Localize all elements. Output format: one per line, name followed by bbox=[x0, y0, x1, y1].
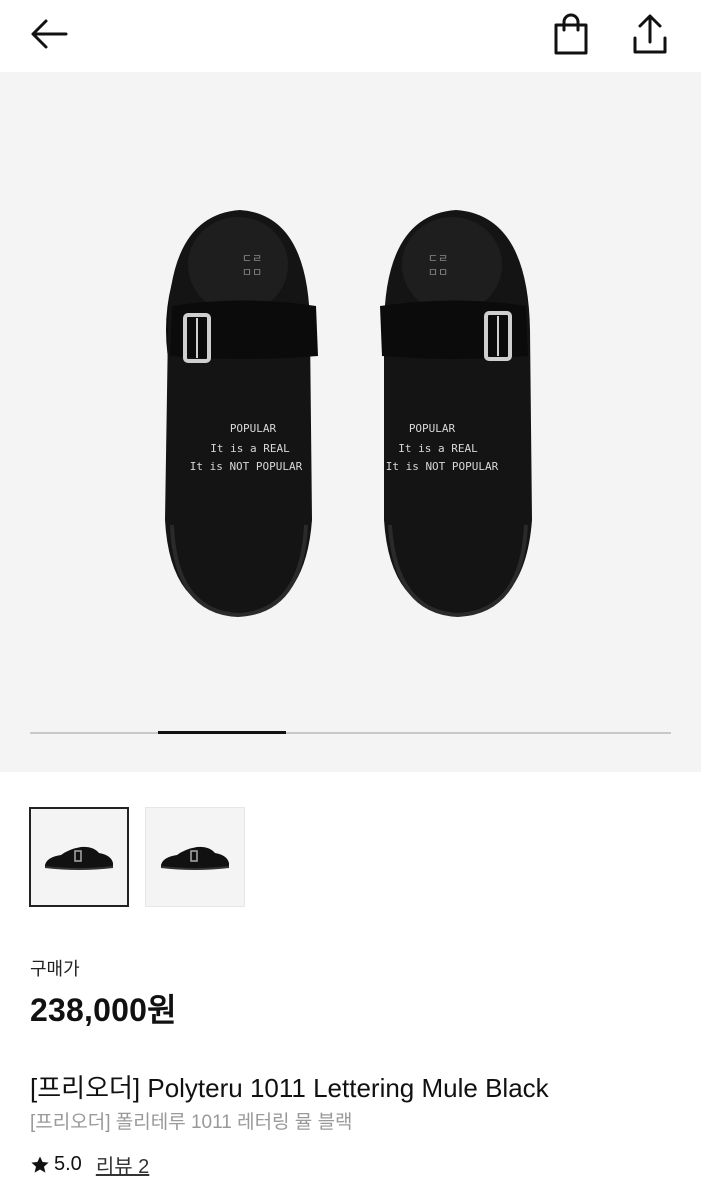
right-mule: ㄷㄹ ㅁㅁ POPULAR It is a REAL It is NOT POP… bbox=[380, 210, 532, 618]
top-app-bar bbox=[0, 0, 701, 72]
arrow-left-icon bbox=[31, 19, 68, 49]
insole-logo-right: ㄷㄹ ㅁㅁ bbox=[428, 252, 448, 279]
thumbnail-1[interactable] bbox=[29, 807, 129, 907]
product-subtitle: [프리오더] 폴리테루 1011 레터링 뮬 블랙 bbox=[30, 1112, 353, 1133]
right-lettering-line-3: It is NOT POPULAR bbox=[386, 460, 499, 473]
thumbnail-strip bbox=[29, 807, 245, 907]
insole-logo-right-line-1: ㄷㄹ bbox=[428, 252, 448, 265]
rating-score: 5.0 bbox=[54, 1153, 82, 1175]
left-lettering-line-3: It is NOT POPULAR bbox=[190, 460, 303, 473]
carousel-progress-active bbox=[158, 731, 286, 734]
right-lettering-line-1: POPULAR bbox=[409, 422, 456, 435]
insole-logo-line-2: ㅁㅁ bbox=[242, 266, 262, 279]
price-label: 구매가 bbox=[30, 959, 80, 979]
product-image: ㄷㄹ ㅁㅁ POPULAR It is a REAL It is NOT POP… bbox=[165, 210, 532, 618]
right-lettering-line-2: It is a REAL bbox=[398, 442, 478, 455]
carousel-progress-track bbox=[30, 731, 671, 734]
product-title: [프리오더] Polyteru 1011 Lettering Mule Blac… bbox=[30, 1073, 549, 1103]
star-icon bbox=[31, 1156, 49, 1173]
rating-row: 5.0 리뷰 2 bbox=[30, 1150, 149, 1179]
reviews-link[interactable]: 리뷰 2 bbox=[96, 1150, 149, 1179]
share-icon bbox=[633, 14, 667, 54]
insole-logo-line-1: ㄷㄹ bbox=[242, 252, 262, 265]
insole-logo-right-line-2: ㅁㅁ bbox=[428, 266, 448, 279]
thumbnail-2-image bbox=[160, 846, 230, 870]
back-button[interactable] bbox=[24, 10, 72, 58]
product-image-carousel[interactable]: ㄷㄹ ㅁㅁ POPULAR It is a REAL It is NOT POP… bbox=[0, 72, 701, 772]
price-value: 238,000원 bbox=[30, 992, 177, 1028]
insole-logo: ㄷㄹ ㅁㅁ bbox=[242, 252, 262, 279]
left-lettering-line-1: POPULAR bbox=[230, 422, 277, 435]
shopping-bag-icon bbox=[554, 13, 588, 55]
share-button[interactable] bbox=[626, 10, 674, 58]
left-lettering-line-2: It is a REAL bbox=[210, 442, 290, 455]
thumbnail-2[interactable] bbox=[145, 807, 245, 907]
left-mule: ㄷㄹ ㅁㅁ POPULAR It is a REAL It is NOT POP… bbox=[165, 210, 318, 618]
thumbnail-1-image bbox=[44, 846, 114, 870]
shopping-bag-button[interactable] bbox=[547, 10, 595, 58]
